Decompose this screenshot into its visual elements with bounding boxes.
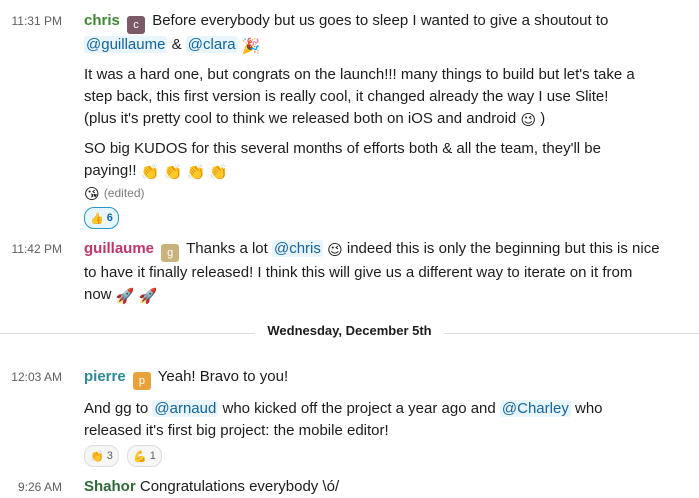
message-body: guillaume g Thanks a lot @chris 😉 indeed… (84, 238, 660, 306)
mention-link[interactable]: @chris (271, 240, 323, 257)
message-text: Before everybody but us goes to sleep I … (152, 12, 609, 29)
message-text: And gg to (84, 400, 149, 417)
edited-label: (edited) (103, 186, 145, 200)
party-icon: 🎉 (241, 38, 261, 55)
message-text: It was a hard one, but congrats on the l… (84, 66, 635, 83)
message-text: & (171, 36, 182, 53)
message-text: to have it finally released! I think thi… (84, 264, 633, 281)
reaction-clap[interactable]: 👏 3 (84, 445, 119, 467)
message-timestamp[interactable]: 11:31 PM (0, 14, 62, 28)
author-name[interactable]: Shahor (84, 478, 136, 495)
message-text: paying!! (84, 162, 137, 179)
reaction-count: 1 (149, 450, 156, 462)
avatar[interactable]: c (127, 16, 146, 34)
message-text: ) (540, 110, 546, 127)
day-divider-label: Wednesday, December 5th (255, 323, 444, 338)
message-timestamp[interactable]: 11:42 PM (0, 242, 62, 256)
author-name[interactable]: guillaume (84, 240, 154, 257)
message-body: pierre p Yeah! Bravo to you! And gg to @… (84, 366, 659, 467)
clap-icon: 👏 (209, 164, 228, 181)
message-text: Congratulations everybody \ó/ (139, 478, 340, 495)
author-name[interactable]: pierre (84, 368, 126, 385)
message-text: Yeah! Bravo to you! (157, 368, 289, 385)
reaction-count: 3 (106, 450, 113, 462)
message-body: chris c Before everybody but us goes to … (84, 10, 659, 229)
thumbs-up-icon: 👍 (90, 212, 104, 225)
message-text: who (575, 400, 603, 417)
message-text: indeed this is only the beginning but th… (346, 240, 660, 257)
mention-link[interactable]: @arnaud (152, 400, 219, 417)
message-timestamp[interactable]: 12:03 AM (0, 370, 62, 384)
avatar[interactable]: g (161, 244, 180, 262)
author-name[interactable]: chris (84, 12, 120, 29)
clap-icon: 👏 (186, 164, 206, 181)
mention-link[interactable]: @clara (185, 36, 238, 53)
clap-icon: 👏 (163, 164, 183, 181)
reaction-muscle[interactable]: 💪 1 (127, 445, 162, 467)
day-divider: Wednesday, December 5th (0, 322, 699, 339)
message-text: step back, this first version is really … (84, 88, 609, 105)
kiss-icon: 😘 (84, 186, 100, 203)
message-text: released it's first big project: the mob… (84, 422, 389, 439)
reaction-thumbs-up[interactable]: 👍 6 (84, 207, 119, 229)
mention-link[interactable]: @Charley (499, 400, 571, 417)
reaction-count: 6 (106, 212, 113, 224)
message-text: Thanks a lot (186, 240, 268, 257)
clap-icon: 👏 (90, 450, 104, 463)
wink-icon: 😉 (327, 242, 343, 259)
rocket-icon: 🚀 (138, 288, 158, 305)
wink-icon: 😉 (520, 112, 537, 129)
message-text: who kicked off the project a year ago an… (222, 400, 496, 417)
message-text: SO big KUDOS for this several months of … (84, 140, 601, 157)
message-text: now (84, 286, 112, 303)
rocket-icon: 🚀 (115, 288, 135, 305)
muscle-icon: 💪 (133, 450, 147, 463)
mention-link[interactable]: @guillaume (84, 36, 168, 53)
message-body: Shahor Congratulations everybody \ó/ (84, 476, 659, 498)
clap-icon: 👏 (140, 164, 160, 181)
message-timestamp[interactable]: 9:26 AM (0, 480, 62, 494)
avatar[interactable]: p (132, 372, 151, 390)
message-text: (plus it's pretty cool to think we relea… (84, 110, 517, 127)
